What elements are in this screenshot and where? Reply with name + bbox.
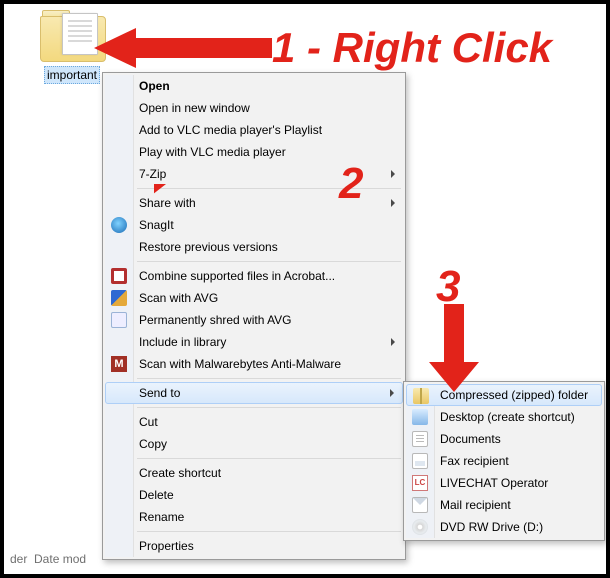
folder-item[interactable]: important xyxy=(32,10,112,87)
menu-acrobat-combine[interactable]: Combine supported files in Acrobat... xyxy=(105,265,403,287)
menu-separator xyxy=(137,378,401,379)
menu-7zip[interactable]: 7-Zip xyxy=(105,163,403,185)
sendto-mail[interactable]: Mail recipient xyxy=(406,494,602,516)
sendto-submenu: Compressed (zipped) folder Desktop (crea… xyxy=(403,381,605,541)
menu-scan-mbam[interactable]: MScan with Malwarebytes Anti-Malware xyxy=(105,353,403,375)
menu-cut[interactable]: Cut xyxy=(105,411,403,433)
zip-folder-icon xyxy=(413,388,429,404)
sendto-documents[interactable]: Documents xyxy=(406,428,602,450)
folder-icon xyxy=(40,10,104,62)
sendto-fax[interactable]: Fax recipient xyxy=(406,450,602,472)
annotation-step1-text: 1 - Right Click xyxy=(272,24,552,72)
menu-restore-versions[interactable]: Restore previous versions xyxy=(105,236,403,258)
menu-create-shortcut[interactable]: Create shortcut xyxy=(105,462,403,484)
menu-vlc-play[interactable]: Play with VLC media player xyxy=(105,141,403,163)
menu-rename[interactable]: Rename xyxy=(105,506,403,528)
sendto-dvd[interactable]: DVD RW Drive (D:) xyxy=(406,516,602,538)
sendto-livechat[interactable]: LCLIVECHAT Operator xyxy=(406,472,602,494)
menu-shred-avg[interactable]: Permanently shred with AVG xyxy=(105,309,403,331)
fax-icon xyxy=(412,453,428,469)
dvd-drive-icon xyxy=(412,519,428,535)
snagit-icon xyxy=(111,217,127,233)
context-menu: Open Open in new window Add to VLC media… xyxy=(102,72,406,560)
explorer-window: important Open Open in new window Add to… xyxy=(4,4,606,574)
menu-separator xyxy=(137,188,401,189)
acrobat-icon xyxy=(111,268,127,284)
menu-snagit[interactable]: SnagIt xyxy=(105,214,403,236)
menu-copy[interactable]: Copy xyxy=(105,433,403,455)
menu-share-with[interactable]: Share with xyxy=(105,192,403,214)
mail-icon xyxy=(412,497,428,513)
menu-separator xyxy=(137,407,401,408)
menu-open[interactable]: Open xyxy=(105,75,403,97)
avg-icon xyxy=(111,290,127,306)
details-pane-fragment: der Date mod xyxy=(10,552,86,566)
submenu-arrow-icon xyxy=(391,199,395,207)
annotation-step3-text: 3 xyxy=(436,262,460,312)
submenu-arrow-icon xyxy=(390,389,394,397)
sendto-zip[interactable]: Compressed (zipped) folder xyxy=(406,384,602,406)
menu-delete[interactable]: Delete xyxy=(105,484,403,506)
menu-send-to[interactable]: Send to xyxy=(105,382,403,404)
documents-icon xyxy=(412,431,428,447)
mbam-icon: M xyxy=(111,356,127,372)
menu-open-new-window[interactable]: Open in new window xyxy=(105,97,403,119)
menu-separator xyxy=(137,261,401,262)
sendto-desktop[interactable]: Desktop (create shortcut) xyxy=(406,406,602,428)
screenshot-frame: important Open Open in new window Add to… xyxy=(0,0,610,578)
folder-label: important xyxy=(44,66,100,84)
livechat-icon: LC xyxy=(412,475,428,491)
menu-include-library[interactable]: Include in library xyxy=(105,331,403,353)
menu-vlc-add[interactable]: Add to VLC media player's Playlist xyxy=(105,119,403,141)
shred-icon xyxy=(111,312,127,328)
menu-scan-avg[interactable]: Scan with AVG xyxy=(105,287,403,309)
submenu-arrow-icon xyxy=(391,338,395,346)
menu-separator xyxy=(137,458,401,459)
menu-properties[interactable]: Properties xyxy=(105,535,403,557)
menu-separator xyxy=(137,531,401,532)
submenu-arrow-icon xyxy=(391,170,395,178)
desktop-icon xyxy=(412,409,428,425)
